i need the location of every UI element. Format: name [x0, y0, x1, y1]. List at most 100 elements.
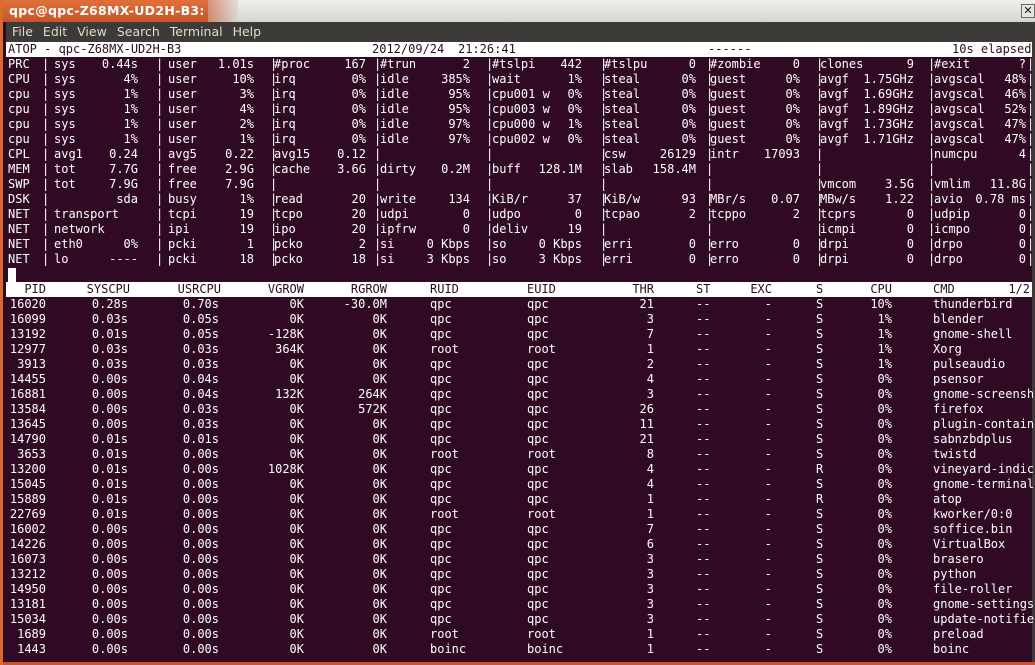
menu-view[interactable]: View — [72, 22, 112, 42]
column-separator: | — [156, 192, 164, 206]
process-row[interactable]: 14455 0.00s 0.04s 0K 0K qpc qpc 4 -- - S 0% psensor — [6, 372, 1032, 387]
title-fade-decoration — [208, 0, 238, 22]
stat-value: 95% — [448, 87, 470, 101]
process-st: -- — [696, 297, 711, 311]
process-row[interactable]: 16099 0.03s 0.05s 0K 0K qpc qpc 3 -- - S 1% blender — [6, 312, 1032, 327]
column-header-ruid[interactable]: RUID — [430, 282, 459, 296]
stat-key: ipo — [274, 222, 296, 236]
process-thr: 7 — [646, 327, 654, 341]
column-header-st[interactable]: ST — [696, 282, 710, 296]
column-header-usrcpu[interactable]: USRCPU — [178, 282, 221, 296]
stat-value: 134 — [448, 192, 470, 206]
stat-key: steal — [604, 72, 641, 86]
process-row[interactable]: 13212 0.00s 0.00s 0K 0K qpc qpc 3 -- - S 0% python — [6, 567, 1032, 582]
stat-value: 0 — [574, 207, 582, 221]
system-line-label: PRC — [8, 57, 30, 71]
column-separator: | — [42, 132, 50, 146]
system-line-net: NET | | | | | | | | | | lo ---- pcki 18 pcko 18 si 3 Kbps s… — [8, 252, 1034, 267]
process-ruid: qpc — [430, 477, 452, 491]
process-exc: - — [764, 447, 772, 461]
menu-terminal[interactable]: Terminal — [165, 22, 228, 42]
process-row[interactable]: 16002 0.00s 0.00s 0K 0K qpc qpc 7 -- - S 0% soffice.… — [6, 522, 1032, 537]
column-header-pid[interactable]: PID — [24, 282, 46, 296]
column-header-thr[interactable]: THR — [632, 282, 654, 296]
column-separator: | — [706, 222, 714, 236]
process-row[interactable]: 1443 0.00s 0.00s 0K 0K boinc boinc 1 -- - S 0% boinc — [6, 642, 1032, 657]
process-row[interactable]: 13645 0.00s 0.03s 0K 0K qpc qpc 11 -- - S 0% plugin-… — [6, 417, 1034, 432]
column-separator: | — [156, 237, 164, 251]
menu-help[interactable]: Help — [228, 22, 267, 42]
menu-edit[interactable]: Edit — [38, 22, 72, 42]
process-thr: 2 — [646, 357, 654, 371]
stat-key: icmpo — [934, 222, 971, 236]
column-separator: | — [42, 87, 50, 101]
process-row[interactable]: 15034 0.00s 0.00s 0K 0K qpc qpc 3 -- - S 0% update-n… — [6, 612, 1034, 627]
column-header-cmd[interactable]: CMD — [933, 282, 955, 296]
stat-value: 9 — [906, 57, 914, 71]
process-rgrow: 0K — [372, 357, 387, 371]
column-header-syscpu[interactable]: SYSCPU — [87, 282, 130, 296]
process-row[interactable]: 13200 0.01s 0.00s 1028K 0K qpc qpc 4 -- - R 0% viney… — [6, 462, 1034, 477]
stat-value: 0 — [1018, 207, 1026, 221]
process-row[interactable]: 15045 0.01s 0.00s 0K 0K qpc qpc 4 -- - S 0% gnome-te… — [6, 477, 1034, 492]
stat-key: avg5 — [168, 147, 197, 161]
process-usrcpu: 0.00s — [182, 642, 219, 656]
process-cpu: 1% — [877, 327, 892, 341]
process-row[interactable]: 16073 0.00s 0.00s 0K 0K qpc qpc 3 -- - S 0% brasero — [6, 552, 1032, 567]
process-vgrow: 132K — [275, 387, 304, 401]
process-cpu: 0% — [877, 492, 892, 506]
process-row[interactable]: 16020 0.28s 0.70s 0K -30.0M qpc qpc 21 -- - S 10% th… — [6, 297, 1032, 312]
process-exc: - — [764, 627, 772, 641]
column-header-s[interactable]: S — [816, 282, 823, 296]
process-state: S — [816, 507, 824, 521]
process-st: -- — [696, 372, 711, 386]
process-row[interactable]: 15889 0.01s 0.00s 0K 0K qpc qpc 1 -- - R 0% atop — [6, 492, 1032, 507]
system-line-label: cpu — [8, 117, 30, 131]
process-usrcpu: 0.01s — [182, 432, 219, 446]
process-row[interactable]: 22769 0.01s 0.00s 0K 0K root root 1 -- - S 0% kworke… — [6, 507, 1032, 522]
column-header-vgrow[interactable]: VGROW — [268, 282, 304, 296]
terminal-window: qpc@qpc-Z68MX-UD2H-B3: ~ ✕ FileEditViewS… — [0, 0, 1035, 665]
stat-value: 0% — [681, 102, 696, 116]
process-cpu: 0% — [877, 582, 892, 596]
title-bar[interactable]: qpc@qpc-Z68MX-UD2H-B3: ~ ✕ — [3, 0, 1035, 40]
menu-search[interactable]: Search — [112, 22, 165, 42]
process-thr: 3 — [646, 552, 654, 566]
process-ruid: qpc — [430, 402, 452, 416]
process-row[interactable]: 14950 0.00s 0.00s 0K 0K qpc qpc 3 -- - S 0% file-rol… — [6, 582, 1032, 597]
close-icon[interactable]: ✕ — [1021, 4, 1035, 18]
stat-key: sys — [54, 87, 76, 101]
process-row[interactable]: 3913 0.03s 0.03s 0K 0K qpc qpc 2 -- - S 1% pulseaudi… — [6, 357, 1032, 372]
stat-key: irq — [274, 102, 296, 116]
stat-value: 19 — [239, 207, 254, 221]
process-vgrow: 0K — [289, 447, 304, 461]
process-pid: 14790 — [9, 432, 46, 446]
column-header-rgrow[interactable]: RGROW — [351, 282, 387, 296]
process-row[interactable]: 1689 0.00s 0.00s 0K 0K root root 1 -- - S 0% preload — [6, 627, 1032, 642]
process-exc: - — [764, 432, 772, 446]
process-row[interactable]: 3653 0.01s 0.00s 0K 0K root root 8 -- - S 0% twistd — [6, 447, 1032, 462]
process-vgrow: 0K — [289, 642, 304, 656]
process-usrcpu: 0.00s — [182, 552, 219, 566]
process-exc: - — [764, 492, 772, 506]
system-line-net: NET | | | | | | | | | | transport tcpi 19 tcpo 20 udpi 0 u… — [8, 207, 1034, 222]
terminal-content[interactable]: ATOP - qpc-Z68MX-UD2H-B3 2012/09/24 21:2… — [6, 42, 1034, 662]
process-row[interactable]: 16881 0.00s 0.04s 132K 264K qpc qpc 3 -- - S 0% gnom… — [6, 387, 1034, 402]
process-row[interactable]: 14226 0.00s 0.00s 0K 0K qpc qpc 6 -- - S 0% VirtualB… — [6, 537, 1032, 552]
process-syscpu: 0.00s — [91, 537, 128, 551]
process-row[interactable]: 13181 0.00s 0.00s 0K 0K qpc qpc 3 -- - S 0% gnome-se… — [6, 597, 1034, 612]
process-row[interactable]: 13192 0.01s 0.05s -128K 0K qpc qpc 7 -- - S 1% gnome… — [6, 327, 1032, 342]
menu-file[interactable]: File — [6, 22, 38, 42]
system-line-label: DSK — [8, 192, 30, 206]
column-separator: | — [156, 252, 164, 266]
column-header-exc[interactable]: EXC — [750, 282, 772, 296]
process-row[interactable]: 14790 0.01s 0.01s 0K 0K qpc qpc 21 -- - S 0% sabnzbd… — [6, 432, 1032, 447]
stat-key: user — [168, 87, 197, 101]
process-row[interactable]: 13584 0.00s 0.03s 0K 572K qpc qpc 26 -- - S 0% firef… — [6, 402, 1032, 417]
process-ruid: root — [430, 447, 459, 461]
stat-value: 0% — [785, 72, 800, 86]
process-vgrow: 0K — [289, 582, 304, 596]
column-header-euid[interactable]: EUID — [527, 282, 556, 296]
column-header-cpu[interactable]: CPU — [870, 282, 892, 296]
process-row[interactable]: 12977 0.03s 0.03s 364K 0K root root 1 -- - S 1% Xorg — [6, 342, 1032, 357]
